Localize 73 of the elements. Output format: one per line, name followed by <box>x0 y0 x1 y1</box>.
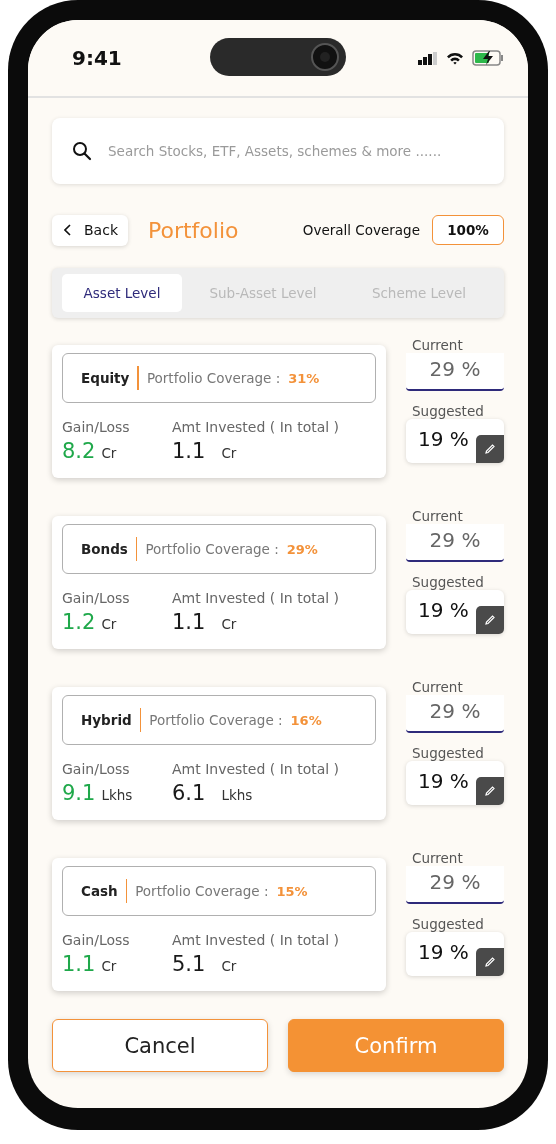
edit-button[interactable] <box>476 777 504 805</box>
invested-unit: Cr <box>221 616 237 632</box>
current-label: Current <box>411 337 464 353</box>
invested-value: 5.1 <box>172 952 206 976</box>
current-field[interactable]: 29 % <box>406 353 504 391</box>
edit-button[interactable] <box>476 948 504 976</box>
suggested-label: Suggested <box>411 745 485 761</box>
pencil-icon <box>484 785 496 797</box>
invested-unit: Cr <box>221 958 237 974</box>
status-time: 9:41 <box>72 46 122 70</box>
asset-name: Hybrid <box>81 712 132 728</box>
gain-unit: Cr <box>101 616 117 632</box>
current-label: Current <box>411 850 464 866</box>
gain-value: 8.2 <box>62 439 96 463</box>
pencil-icon <box>484 614 496 626</box>
invested-label: Amt Invested ( In total ) <box>172 590 340 606</box>
invested-value: 1.1 <box>172 439 206 463</box>
invested-label: Amt Invested ( In total ) <box>172 761 340 777</box>
invested-unit: Lkhs <box>221 787 253 803</box>
suggested-field[interactable]: 19 % <box>406 761 504 805</box>
signal-icon <box>418 51 438 65</box>
gain-unit: Cr <box>101 958 117 974</box>
asset-name: Equity <box>81 370 130 386</box>
current-label: Current <box>411 679 464 695</box>
asset-name: Cash <box>81 883 118 899</box>
cancel-button[interactable]: Cancel <box>52 1019 268 1072</box>
back-button[interactable]: Back <box>52 214 128 246</box>
gain-value: 1.1 <box>62 952 96 976</box>
coverage-label: Overall Coverage <box>302 222 420 238</box>
gain-value: 9.1 <box>62 781 96 805</box>
gain-value: 1.2 <box>62 610 96 634</box>
suggested-label: Suggested <box>411 574 485 590</box>
gain-label: Gain/Loss <box>62 419 131 435</box>
edit-button[interactable] <box>476 435 504 463</box>
invested-unit: Cr <box>221 445 237 461</box>
invested-value: 6.1 <box>172 781 206 805</box>
invested-value: 1.1 <box>172 610 206 634</box>
asset-name: Bonds <box>81 541 128 557</box>
invested-label: Amt Invested ( In total ) <box>172 419 340 435</box>
coverage-value: 100% <box>432 215 504 245</box>
suggested-field[interactable]: 19 % <box>406 590 504 634</box>
coverage-label: Portfolio Coverage : <box>149 712 283 728</box>
battery-charging-icon <box>472 50 504 66</box>
gain-label: Gain/Loss <box>62 761 131 777</box>
wifi-icon <box>446 51 464 65</box>
coverage-value: 15% <box>276 883 308 899</box>
gain-label: Gain/Loss <box>62 932 131 948</box>
current-field[interactable]: 29 % <box>406 695 504 733</box>
gain-unit: Lkhs <box>101 787 133 803</box>
coverage-label: Portfolio Coverage : <box>146 370 281 386</box>
coverage-label: Portfolio Coverage : <box>145 541 279 557</box>
suggested-label: Suggested <box>411 403 485 419</box>
search-icon <box>72 141 92 161</box>
pencil-icon <box>484 443 496 455</box>
tab[interactable]: Asset Level <box>62 274 182 312</box>
current-label: Current <box>411 508 464 524</box>
gain-unit: Cr <box>101 445 117 461</box>
coverage-value: 16% <box>290 712 322 728</box>
coverage-value: 31% <box>288 370 320 386</box>
gain-label: Gain/Loss <box>62 590 131 606</box>
invested-label: Amt Invested ( In total ) <box>172 932 340 948</box>
pencil-icon <box>484 956 496 968</box>
page-title: Portfolio <box>148 217 239 243</box>
coverage-label: Portfolio Coverage : <box>135 883 269 899</box>
suggested-label: Suggested <box>411 916 485 932</box>
current-field[interactable]: 29 % <box>406 524 504 562</box>
edit-button[interactable] <box>476 606 504 634</box>
search-field[interactable]: Search Stocks, ETF, Assets, schemes & more ...... <box>106 142 484 160</box>
current-field[interactable]: 29 % <box>406 866 504 904</box>
chevron-left-icon <box>64 224 72 236</box>
suggested-field[interactable]: 19 % <box>406 932 504 976</box>
suggested-field[interactable]: 19 % <box>406 419 504 463</box>
coverage-value: 29% <box>286 541 318 557</box>
